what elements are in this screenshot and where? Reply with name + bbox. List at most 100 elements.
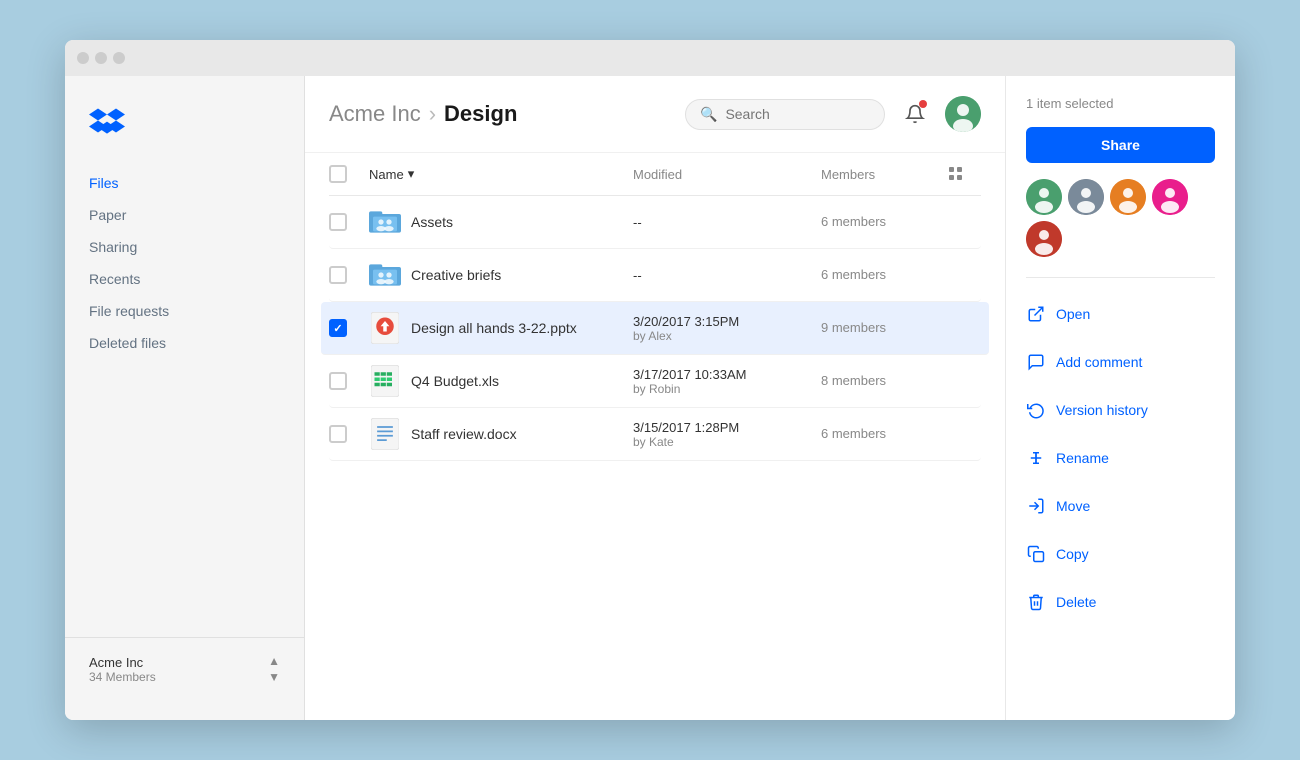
filename-staff-review: Staff review.docx	[411, 426, 517, 442]
comment-icon	[1026, 352, 1046, 372]
avatar-image	[945, 96, 981, 132]
sidebar-item-file-requests[interactable]: File requests	[77, 295, 292, 327]
checkbox-q4-budget[interactable]	[329, 372, 347, 390]
action-add-comment[interactable]: Add comment	[1026, 346, 1215, 378]
modified-by-design-all-hands: by Alex	[633, 329, 813, 343]
sidebar-item-recents[interactable]: Recents	[77, 263, 292, 295]
file-table-header: Name ▾ Modified Members	[329, 153, 981, 196]
notification-dot	[919, 100, 927, 108]
modified-date-assets: --	[633, 215, 813, 230]
members-assets: 6 members	[821, 214, 886, 229]
delete-icon	[1026, 592, 1046, 612]
sidebar-navigation: Files Paper Sharing Recents File request…	[65, 167, 304, 637]
copy-icon	[1026, 544, 1046, 564]
filename-design-all-hands: Design all hands 3-22.pptx	[411, 320, 577, 336]
action-version-history[interactable]: Version history	[1026, 394, 1215, 426]
folder-icon-creative-briefs	[369, 259, 401, 291]
modified-date-q4-budget: 3/17/2017 10:33AM	[633, 367, 813, 382]
modified-column-header: Modified	[633, 167, 813, 182]
selected-info: 1 item selected	[1026, 96, 1215, 111]
titlebar	[65, 40, 1235, 76]
breadcrumb-current: Design	[444, 101, 517, 127]
member-avatar-3[interactable]	[1110, 179, 1146, 215]
rename-icon	[1026, 448, 1046, 468]
filename-q4-budget: Q4 Budget.xls	[411, 373, 499, 389]
member-avatar-5[interactable]	[1026, 221, 1062, 257]
sidebar-logo	[65, 96, 304, 167]
modified-date-staff-review: 3/15/2017 1:28PM	[633, 420, 813, 435]
search-icon: 🔍	[700, 106, 717, 123]
sidebar-item-sharing[interactable]: Sharing	[77, 231, 292, 263]
member-avatar-4[interactable]	[1152, 179, 1188, 215]
modified-date-design-all-hands: 3/20/2017 3:15PM	[633, 314, 813, 329]
sidebar-chevron-icon[interactable]: ▲ ▼	[268, 654, 280, 684]
xls-icon	[369, 365, 401, 397]
sidebar: Files Paper Sharing Recents File request…	[65, 76, 305, 720]
filename-creative-briefs: Creative briefs	[411, 267, 501, 283]
action-move[interactable]: Move	[1026, 490, 1215, 522]
docx-icon	[369, 418, 401, 450]
close-button[interactable]	[77, 52, 89, 64]
action-delete[interactable]: Delete	[1026, 586, 1215, 618]
file-row-assets[interactable]: Assets -- 6 members	[329, 196, 981, 249]
modified-by-staff-review: by Kate	[633, 435, 813, 449]
breadcrumb-separator: ›	[429, 101, 436, 127]
breadcrumb: Acme Inc › Design	[329, 101, 517, 127]
sidebar-item-paper[interactable]: Paper	[77, 199, 292, 231]
sidebar-member-count: 34 Members	[89, 670, 156, 684]
user-avatar[interactable]	[945, 96, 981, 132]
actions-divider	[1026, 277, 1215, 278]
sidebar-item-files[interactable]: Files	[77, 167, 292, 199]
traffic-lights	[77, 52, 125, 64]
checkbox-design-all-hands[interactable]	[329, 319, 347, 337]
sidebar-footer: Acme Inc 34 Members ▲ ▼	[65, 637, 304, 700]
sidebar-item-deleted-files[interactable]: Deleted files	[77, 327, 292, 359]
view-toggle-icon[interactable]	[949, 167, 963, 181]
member-avatar-1[interactable]	[1026, 179, 1062, 215]
share-button[interactable]: Share	[1026, 127, 1215, 163]
checkbox-creative-briefs[interactable]	[329, 266, 347, 284]
search-box[interactable]: 🔍	[685, 99, 885, 130]
modified-date-creative-briefs: --	[633, 268, 813, 283]
header-actions: 🔍	[685, 96, 981, 132]
file-row-staff-review[interactable]: Staff review.docx 3/15/2017 1:28PM by Ka…	[329, 408, 981, 461]
history-icon	[1026, 400, 1046, 420]
select-all-checkbox[interactable]	[329, 165, 347, 183]
maximize-button[interactable]	[113, 52, 125, 64]
move-icon	[1026, 496, 1046, 516]
sidebar-footer-info: Acme Inc 34 Members	[89, 655, 156, 684]
notifications-button[interactable]	[897, 96, 933, 132]
members-q4-budget: 8 members	[821, 373, 886, 388]
search-input[interactable]	[725, 106, 870, 122]
file-list: Name ▾ Modified Members	[305, 153, 1005, 720]
pptx-icon	[369, 312, 401, 344]
member-avatars	[1026, 179, 1215, 257]
main-header: Acme Inc › Design 🔍	[305, 76, 1005, 153]
open-icon	[1026, 304, 1046, 324]
member-avatar-2[interactable]	[1068, 179, 1104, 215]
breadcrumb-parent[interactable]: Acme Inc	[329, 101, 421, 127]
members-design-all-hands: 9 members	[821, 320, 886, 335]
action-copy[interactable]: Copy	[1026, 538, 1215, 570]
action-rename[interactable]: Rename	[1026, 442, 1215, 474]
checkbox-staff-review[interactable]	[329, 425, 347, 443]
main-content: Acme Inc › Design 🔍	[305, 76, 1005, 720]
filename-assets: Assets	[411, 214, 453, 230]
file-row-q4-budget[interactable]: Q4 Budget.xls 3/17/2017 10:33AM by Robin…	[329, 355, 981, 408]
minimize-button[interactable]	[95, 52, 107, 64]
dropbox-logo	[89, 106, 125, 138]
sidebar-org-name: Acme Inc	[89, 655, 156, 670]
actions-column-header	[949, 167, 981, 181]
right-panel: 1 item selected Share	[1005, 76, 1235, 720]
checkbox-assets[interactable]	[329, 213, 347, 231]
window-body: Files Paper Sharing Recents File request…	[65, 76, 1235, 720]
app-window: Files Paper Sharing Recents File request…	[65, 40, 1235, 720]
file-row-creative-briefs[interactable]: Creative briefs -- 6 members	[329, 249, 981, 302]
name-column-header[interactable]: Name ▾	[369, 166, 625, 182]
members-creative-briefs: 6 members	[821, 267, 886, 282]
folder-icon-assets	[369, 206, 401, 238]
members-staff-review: 6 members	[821, 426, 886, 441]
members-column-header: Members	[821, 167, 941, 182]
action-open[interactable]: Open	[1026, 298, 1215, 330]
file-row-design-all-hands[interactable]: Design all hands 3-22.pptx 3/20/2017 3:1…	[321, 302, 989, 355]
